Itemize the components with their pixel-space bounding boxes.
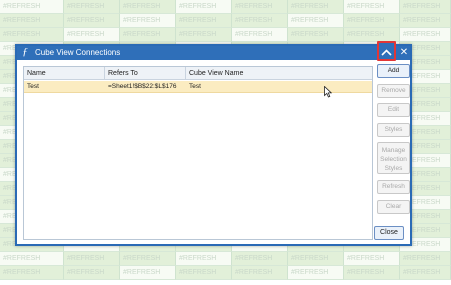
dialog-titlebar: ƒ Cube View Connections: [17, 46, 410, 60]
spreadsheet-cell[interactable]: #REFRESH: [400, 0, 451, 14]
dialog-title: Cube View Connections: [35, 48, 121, 57]
remove-button[interactable]: Remove: [377, 84, 410, 98]
spreadsheet-cell[interactable]: #REFRESH: [288, 252, 344, 266]
spreadsheet-cell[interactable]: #REFRESH: [0, 266, 64, 280]
manage-selection-styles-button[interactable]: Manage Selection Styles: [377, 142, 410, 174]
spreadsheet-cell[interactable]: #REFRESH: [288, 0, 344, 14]
spreadsheet-cell[interactable]: #REFRESH: [64, 14, 120, 28]
clear-button[interactable]: Clear: [377, 200, 410, 214]
connections-grid: Name Refers To Cube View Name Test =Shee…: [23, 66, 373, 240]
cell-cube-view-name: Test: [189, 83, 201, 90]
spreadsheet-cell[interactable]: #REFRESH: [64, 252, 120, 266]
spreadsheet-cell[interactable]: #REFRESH: [344, 266, 400, 280]
styles-button[interactable]: Styles: [377, 123, 410, 137]
table-row[interactable]: Test =Sheet1!$B$22:$L$176 Test: [24, 81, 372, 93]
script-f-icon: ƒ: [22, 46, 28, 58]
spreadsheet-cell[interactable]: #REFRESH: [232, 28, 288, 42]
cell-name: Test: [27, 83, 39, 90]
spreadsheet-cell[interactable]: #REFRESH: [232, 0, 288, 14]
spreadsheet-cell[interactable]: #REFRESH: [344, 14, 400, 28]
spreadsheet-cell[interactable]: #REFRESH: [0, 0, 64, 14]
close-icon[interactable]: ✕: [398, 46, 410, 60]
spreadsheet-cell[interactable]: #REFRESH: [120, 0, 176, 14]
spreadsheet-cell[interactable]: #REFRESH: [64, 28, 120, 42]
spreadsheet-cell[interactable]: #REFRESH: [288, 28, 344, 42]
spreadsheet-cell[interactable]: #REFRESH: [344, 0, 400, 14]
refresh-button[interactable]: Refresh: [377, 180, 410, 194]
spreadsheet-cell[interactable]: #REFRESH: [120, 266, 176, 280]
edit-button[interactable]: Edit: [377, 103, 410, 117]
spreadsheet-cell[interactable]: #REFRESH: [400, 28, 451, 42]
spreadsheet-cell[interactable]: #REFRESH: [232, 14, 288, 28]
spreadsheet-cell[interactable]: #REFRESH: [344, 252, 400, 266]
spreadsheet-cell[interactable]: #REFRESH: [232, 252, 288, 266]
chevron-up-icon: [381, 49, 392, 56]
spreadsheet-cell[interactable]: #REFRESH: [176, 0, 232, 14]
spreadsheet-cell[interactable]: #REFRESH: [120, 14, 176, 28]
spreadsheet-cell[interactable]: #REFRESH: [400, 266, 451, 280]
column-header-cube-view-name[interactable]: Cube View Name: [186, 67, 372, 80]
mouse-pointer-icon: [324, 86, 332, 98]
spreadsheet-cell[interactable]: #REFRESH: [288, 266, 344, 280]
collapse-button[interactable]: [377, 41, 396, 61]
spreadsheet-cell[interactable]: #REFRESH: [232, 266, 288, 280]
add-button[interactable]: Add: [377, 64, 410, 78]
spreadsheet-cell[interactable]: #REFRESH: [344, 28, 400, 42]
spreadsheet-cell[interactable]: #REFRESH: [288, 14, 344, 28]
spreadsheet-cell[interactable]: #REFRESH: [0, 252, 64, 266]
cell-refers-to: =Sheet1!$B$22:$L$176: [108, 83, 177, 90]
column-header-name[interactable]: Name: [24, 67, 105, 80]
cube-view-connections-dialog: ƒ Cube View Connections ✕ Name Refers To…: [15, 41, 412, 246]
spreadsheet-cell[interactable]: #REFRESH: [64, 0, 120, 14]
spreadsheet-cell[interactable]: #REFRESH: [176, 28, 232, 42]
spreadsheet-cell[interactable]: #REFRESH: [64, 266, 120, 280]
spreadsheet-cell[interactable]: #REFRESH: [176, 252, 232, 266]
spreadsheet-cell[interactable]: #REFRESH: [400, 252, 451, 266]
spreadsheet-cell[interactable]: #REFRESH: [400, 14, 451, 28]
close-button[interactable]: Close: [374, 226, 404, 240]
spreadsheet-cell[interactable]: #REFRESH: [176, 266, 232, 280]
spreadsheet-cell[interactable]: #REFRESH: [120, 28, 176, 42]
column-header-refers-to[interactable]: Refers To: [105, 67, 186, 80]
spreadsheet-cell[interactable]: #REFRESH: [120, 252, 176, 266]
spreadsheet-cell[interactable]: #REFRESH: [0, 28, 64, 42]
spreadsheet-cell[interactable]: #REFRESH: [176, 14, 232, 28]
spreadsheet-cell[interactable]: #REFRESH: [0, 14, 64, 28]
